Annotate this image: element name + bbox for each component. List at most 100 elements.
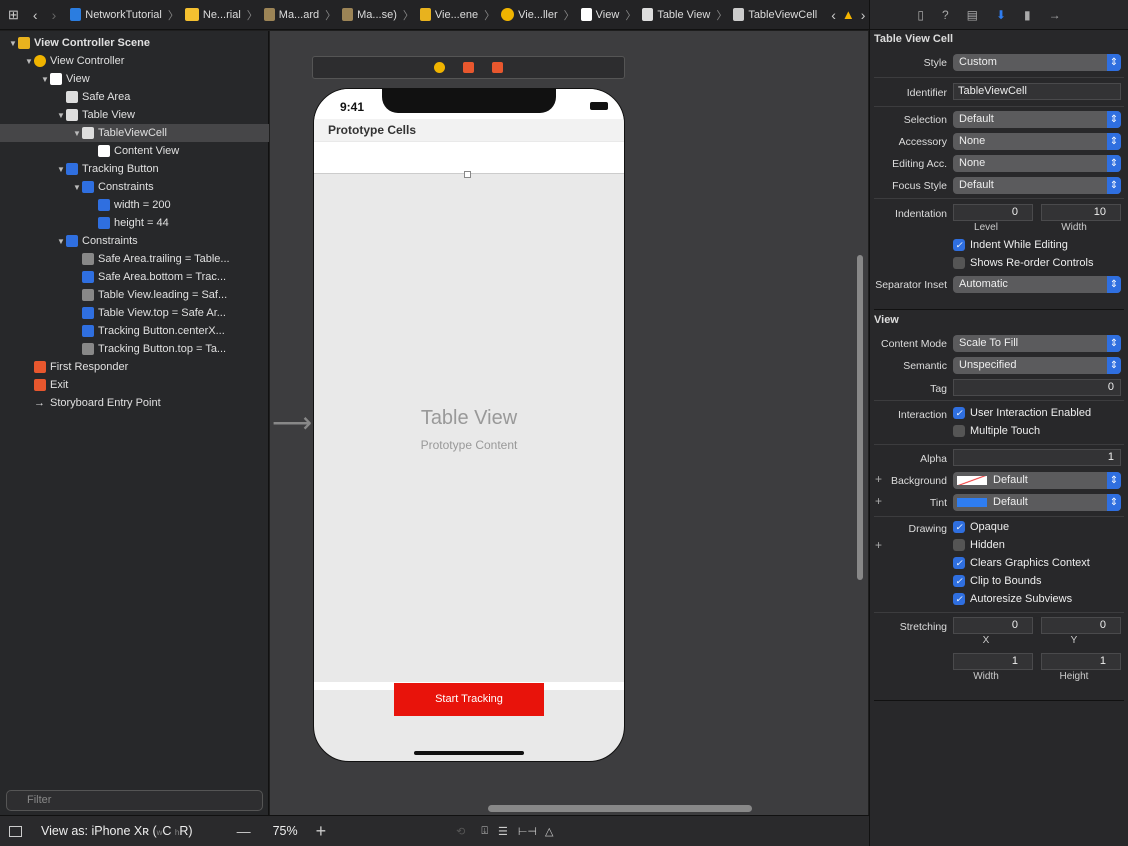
outline-item[interactable]: ▼ TableViewCell [0,124,269,142]
disclosure-triangle-icon[interactable]: ▼ [72,183,82,192]
outline-item[interactable]: Content View [0,142,269,160]
hidden-checkbox[interactable]: Hidden [953,539,1005,551]
clip-to-bounds-checkbox[interactable]: ✓ Clip to Bounds [953,575,1042,587]
file-inspector-icon[interactable]: ▯ [917,8,924,22]
accessory-popup[interactable]: None [953,133,1121,150]
resize-handle[interactable] [464,171,471,178]
add-background-variation-icon[interactable]: + [875,472,882,486]
breadcrumb-table-view-cell[interactable]: TableViewCell [733,8,817,21]
forward-button[interactable]: › [52,7,57,23]
outline-item[interactable]: ▼ Constraints [0,178,269,196]
outline-item[interactable]: width = 200 [0,196,269,214]
back-button[interactable]: ‹ [33,7,38,23]
clears-graphics-context-checkbox[interactable]: ✓ Clears Graphics Context [953,557,1090,569]
outline-item[interactable]: Tracking Button.centerX... [0,322,269,340]
stretch-height-field[interactable]: 1 [1041,653,1121,670]
user-interaction-checkbox[interactable]: ✓ User Interaction Enabled [953,407,1091,419]
disclosure-triangle-icon[interactable]: ▼ [56,237,66,246]
disclosure-triangle-icon[interactable]: ▼ [24,57,34,66]
disclosure-triangle-icon[interactable]: ▼ [72,129,82,138]
disclosure-triangle-icon[interactable]: ▼ [40,75,50,84]
separator-inset-popup[interactable]: Automatic [953,276,1121,293]
breadcrumb-project[interactable]: NetworkTutorial [70,8,162,21]
view-as-device-button[interactable]: View as: iPhone Xʀ (wC hR) [41,824,193,838]
embed-in-icon[interactable]: ⍗ [481,825,488,838]
stretch-y-field[interactable]: 0 [1041,617,1121,634]
add-hidden-variation-icon[interactable]: + [875,538,882,552]
view-controller-icon[interactable] [434,62,445,73]
update-frames-icon[interactable]: ⟲ [456,825,465,838]
indentation-width-field[interactable]: 10 [1041,204,1121,221]
outline-item[interactable]: ▼ View Controller Scene [0,34,269,52]
related-items-icon[interactable]: ⊞ [8,7,19,23]
horizontal-scrollbar[interactable] [488,805,752,812]
breadcrumb-scene[interactable]: Vie...ene [419,8,478,21]
editing-accessory-popup[interactable]: None [953,155,1121,172]
storyboard-canvas[interactable]: ⟶ 9:41 Prototype Cells Table View Protot… [270,31,868,815]
outline-item[interactable]: Table View.leading = Saf... [0,286,269,304]
filter-input[interactable]: Filter [6,790,263,811]
outline-item[interactable]: height = 44 [0,214,269,232]
hide-outline-button[interactable] [9,825,22,837]
outline-item[interactable]: First Responder [0,358,269,376]
resolve-issues-icon[interactable]: △ [545,825,553,838]
warning-icon[interactable]: ▲ [842,7,855,22]
outline-item[interactable]: ▼ View Controller [0,52,269,70]
content-mode-popup[interactable]: Scale To Fill [953,335,1121,352]
identifier-field[interactable]: TableViewCell [953,83,1121,100]
size-inspector-icon[interactable]: ▮ [1024,8,1031,22]
outline-item[interactable]: Safe Area [0,88,269,106]
opaque-checkbox[interactable]: ✓ Opaque [953,521,1009,533]
breadcrumb-storyboard-base[interactable]: Ma...se) [342,8,397,21]
outline-item[interactable]: → Storyboard Entry Point [0,394,269,412]
stretch-x-field[interactable]: 0 [953,617,1033,634]
zoom-in-button[interactable]: + [316,821,327,842]
exit-icon[interactable] [492,62,503,73]
outline-item[interactable]: ▼ View [0,70,269,88]
disclosure-triangle-icon[interactable]: ▼ [56,111,66,120]
vertical-scrollbar[interactable] [857,255,863,580]
connections-inspector-icon[interactable]: → [1049,8,1061,22]
entry-point-arrow[interactable]: ⟶ [272,409,312,437]
zoom-out-button[interactable]: — [237,823,251,839]
breadcrumb-table-view[interactable]: Table View [642,8,710,21]
previous-issue-button[interactable]: ‹ [831,7,836,23]
autoresize-subviews-checkbox[interactable]: ✓ Autoresize Subviews [953,593,1072,605]
outline-item[interactable]: Table View.top = Safe Ar... [0,304,269,322]
tag-field[interactable]: 0 [953,379,1121,396]
outline-item[interactable]: Exit [0,376,269,394]
identity-inspector-icon[interactable]: ▤ [967,8,978,22]
outline-item[interactable]: ▼ Table View [0,106,269,124]
stretch-width-field[interactable]: 1 [953,653,1033,670]
focus-style-popup[interactable]: Default [953,177,1121,194]
next-issue-button[interactable]: › [861,7,866,23]
multiple-touch-checkbox[interactable]: Multiple Touch [953,425,1040,437]
outline-item[interactable]: ▼ Tracking Button [0,160,269,178]
disclosure-triangle-icon[interactable]: ▼ [8,39,18,48]
indent-while-editing-checkbox[interactable]: ✓ Indent While Editing [953,239,1068,251]
semantic-popup[interactable]: Unspecified [953,357,1121,374]
first-responder-icon[interactable] [463,62,474,73]
breadcrumb-storyboard[interactable]: Ma...ard [263,8,319,21]
add-tint-variation-icon[interactable]: + [875,494,882,508]
outline-item[interactable]: ▼ Constraints [0,232,269,250]
breadcrumb-view[interactable]: View [580,8,619,21]
alpha-field[interactable]: 1 [953,449,1121,466]
outline-item[interactable]: Safe Area.trailing = Table... [0,250,269,268]
align-icon[interactable]: ☰ [498,825,508,838]
table-view-cell[interactable] [314,142,624,174]
breadcrumb-folder[interactable]: Ne...rial [184,8,241,21]
focus-style-label: Focus Style [892,180,947,192]
add-constraints-icon[interactable]: ⊢⊣ [518,825,537,838]
indentation-level-field[interactable]: 0 [953,204,1033,221]
disclosure-triangle-icon[interactable]: ▼ [56,165,66,174]
help-inspector-icon[interactable]: ? [942,8,949,22]
start-tracking-button[interactable]: Start Tracking [394,683,544,716]
outline-item[interactable]: Tracking Button.top = Ta... [0,340,269,358]
reorder-controls-checkbox[interactable]: Shows Re-order Controls [953,257,1094,269]
selection-popup[interactable]: Default [953,111,1121,128]
attributes-inspector-icon[interactable]: ⬇ [996,8,1006,22]
outline-item[interactable]: Safe Area.bottom = Trac... [0,268,269,286]
style-popup[interactable]: Custom [953,54,1121,71]
breadcrumb-view-controller[interactable]: Vie...ller [501,8,558,21]
